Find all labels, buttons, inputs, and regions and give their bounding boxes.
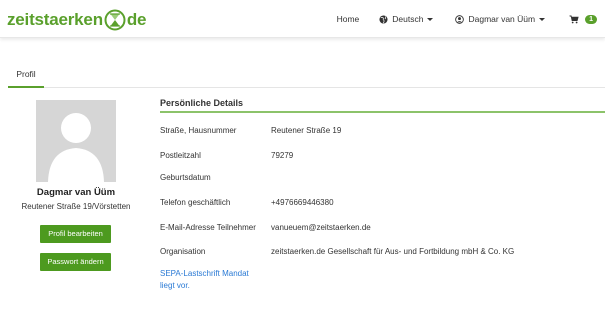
sepa-line-2: liegt vor.	[160, 281, 190, 290]
logo-text-right: de	[126, 10, 147, 29]
chevron-down-icon	[427, 17, 434, 21]
top-navbar: zeitstaerken de Home Deutsch Dagmar van …	[0, 0, 605, 38]
hourglass-logo-icon	[104, 9, 126, 31]
detail-value-phone: +4976669446380	[271, 198, 334, 207]
detail-label-birthdate: Geburtsdatum	[160, 173, 211, 182]
globe-icon	[379, 14, 388, 24]
detail-label-organisation: Organisation	[160, 247, 206, 256]
sepa-mandate-link[interactable]: SEPA-Lastschrift Mandat liegt vor.	[160, 268, 249, 292]
nav-home-link[interactable]: Home	[329, 14, 368, 24]
site-logo[interactable]: zeitstaerken de	[7, 9, 147, 31]
tab-profil[interactable]: Profil	[8, 66, 44, 88]
user-dropdown[interactable]: Dagmar van Üüm	[447, 14, 553, 24]
profile-tabs: Profil	[8, 66, 605, 88]
logo-text-left: zeitstaerken	[7, 10, 103, 29]
profile-address: Reutener Straße 19/Vörstetten	[21, 202, 131, 211]
avatar	[36, 100, 116, 182]
chevron-down-icon	[539, 17, 546, 21]
detail-label-phone: Telefon geschäftlich	[160, 198, 231, 207]
detail-label-street: Straße, Hausnummer	[160, 126, 237, 135]
change-password-button[interactable]: Passwort ändern	[40, 253, 111, 271]
language-dropdown[interactable]: Deutsch	[371, 14, 441, 24]
detail-label-postcode: Postleitzahl	[160, 151, 201, 160]
avatar-placeholder-icon	[48, 113, 104, 182]
detail-value-email: vanueuem@zeitstaerken.de	[271, 223, 371, 232]
sepa-line-1: SEPA-Lastschrift Mandat	[160, 269, 249, 278]
nav-home-label: Home	[336, 14, 360, 24]
section-title: Persönliche Details	[160, 98, 244, 108]
section-divider	[160, 111, 605, 113]
detail-label-email: E-Mail-Adresse Teilnehmer	[160, 223, 256, 232]
user-icon	[455, 14, 465, 24]
detail-value-postcode: 79279	[271, 151, 294, 160]
user-name-label: Dagmar van Üüm	[468, 14, 536, 24]
cart-count-badge: 1	[585, 14, 597, 24]
edit-profile-button[interactable]: Profil bearbeiten	[40, 225, 111, 243]
detail-value-street: Reutener Straße 19	[271, 126, 342, 135]
profile-name: Dagmar van Üüm	[36, 187, 116, 198]
cart-link[interactable]: 1	[561, 14, 605, 24]
cart-icon	[569, 14, 579, 23]
detail-value-organisation: zeitstaerken.de Gesellschaft für Aus- un…	[271, 247, 515, 256]
language-label: Deutsch	[392, 14, 424, 24]
nav-right-menu: Home Deutsch Dagmar van Üüm 1	[329, 0, 605, 38]
